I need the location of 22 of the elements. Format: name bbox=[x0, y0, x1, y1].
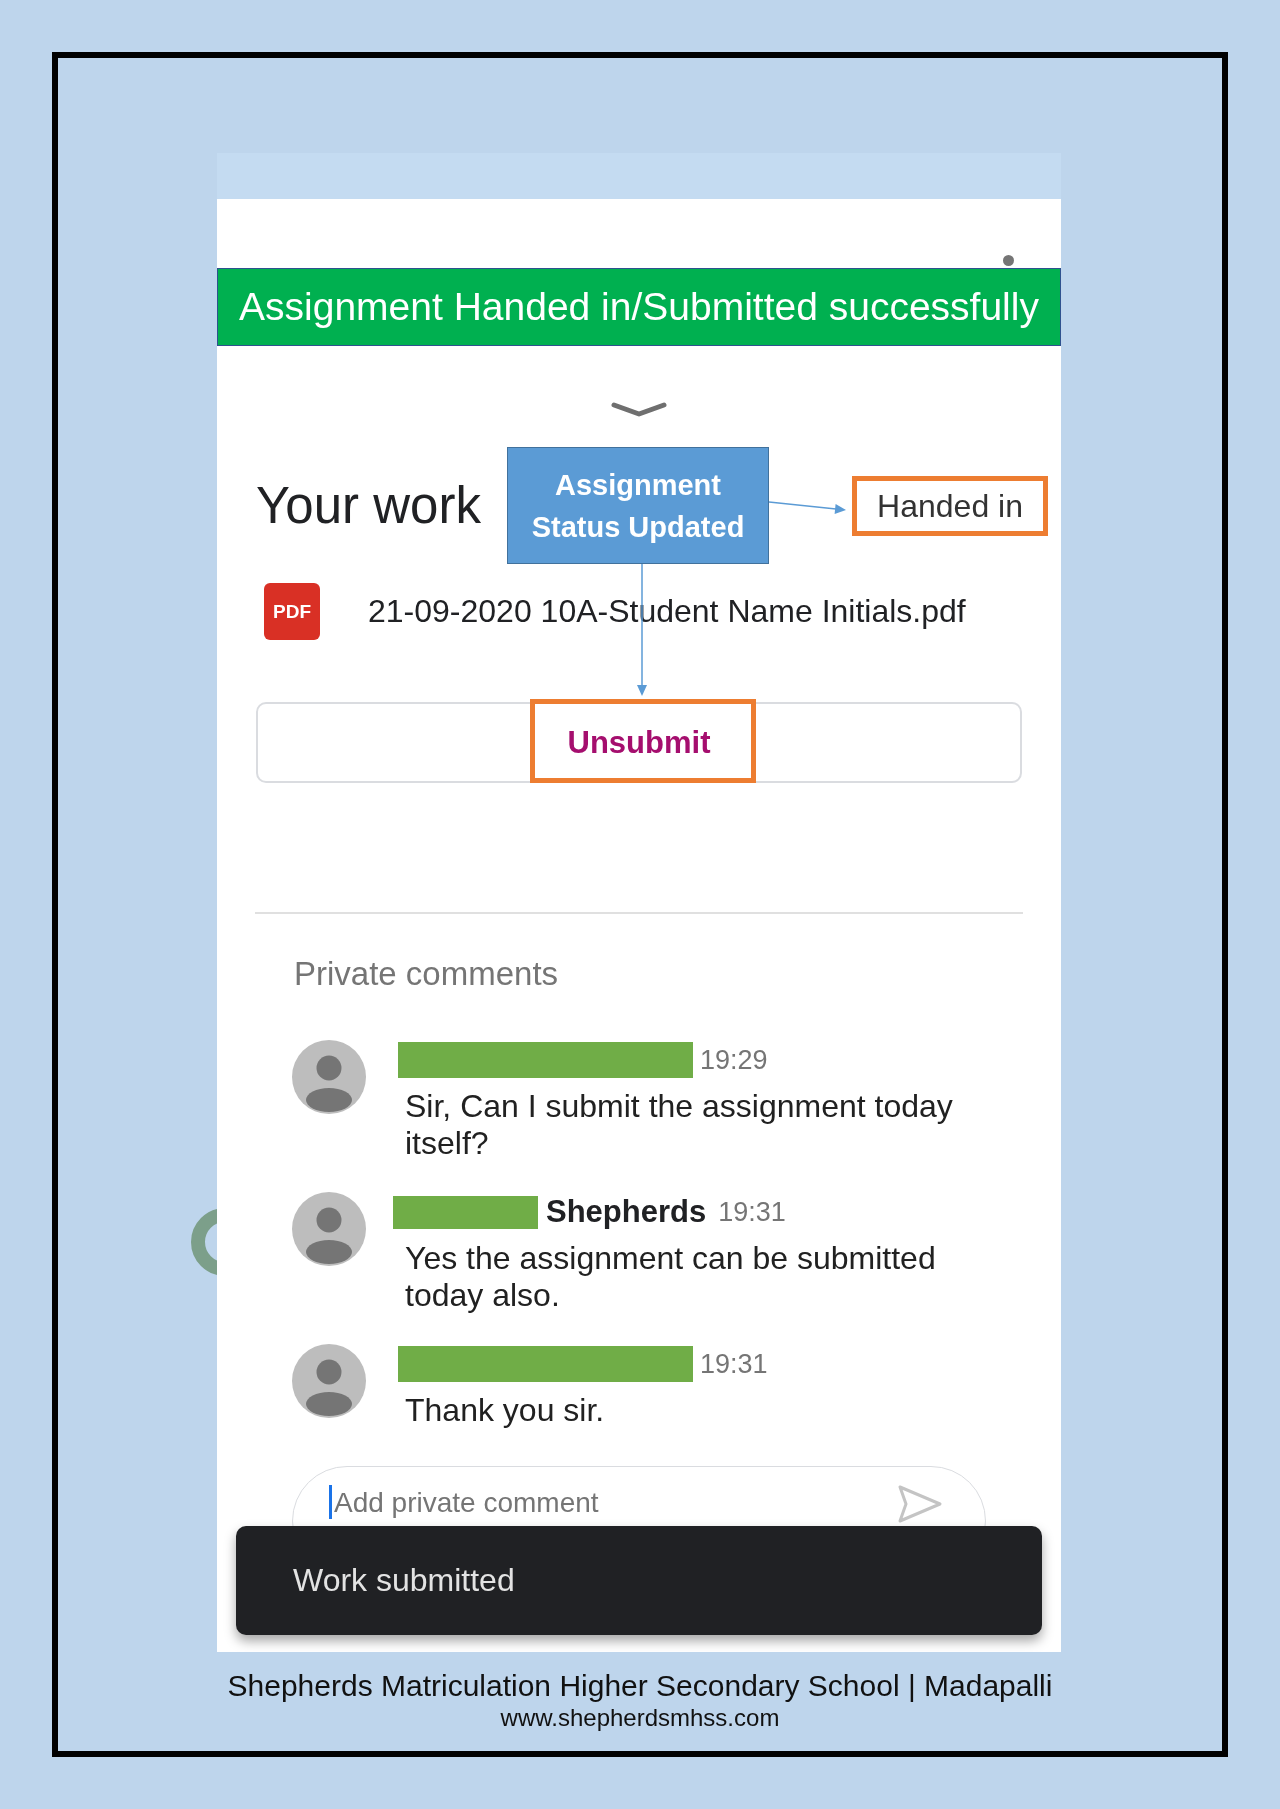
unsubmit-button[interactable]: Unsubmit bbox=[256, 702, 1022, 783]
section-title: Your work bbox=[256, 476, 481, 536]
chevron-down-icon[interactable] bbox=[611, 401, 667, 417]
comment-author: Shepherds bbox=[546, 1194, 707, 1230]
avatar-icon bbox=[292, 1344, 366, 1418]
file-type-label: PDF bbox=[264, 583, 320, 640]
school-name: Shepherds Matriculation Higher Secondary School | Madapalli bbox=[227, 1669, 1053, 1703]
comment-time: 19:29 bbox=[700, 1044, 768, 1076]
website-text: www.shepherdsmhss.com bbox=[500, 1704, 780, 1731]
comment-text: Sir, Can I submit the assignment today itself? bbox=[405, 1088, 954, 1162]
success-banner: Assignment Handed in/Submitted successfully bbox=[217, 268, 1061, 346]
comment-time: 19:31 bbox=[718, 1196, 786, 1228]
status-text: Handed in bbox=[877, 487, 1023, 526]
dot-icon bbox=[1003, 255, 1014, 266]
comment-time: 19:31 bbox=[700, 1348, 768, 1380]
comment-text: Yes the assignment can be submitted today also. bbox=[405, 1240, 937, 1314]
arc-icon bbox=[191, 1207, 217, 1277]
section-heading: Private comments bbox=[294, 954, 559, 994]
avatar-icon bbox=[292, 1192, 366, 1266]
avatar-icon bbox=[292, 1040, 366, 1114]
annotation-callout: Assignment Status Updated bbox=[507, 447, 769, 564]
comment-text: Thank you sir. bbox=[405, 1392, 605, 1429]
